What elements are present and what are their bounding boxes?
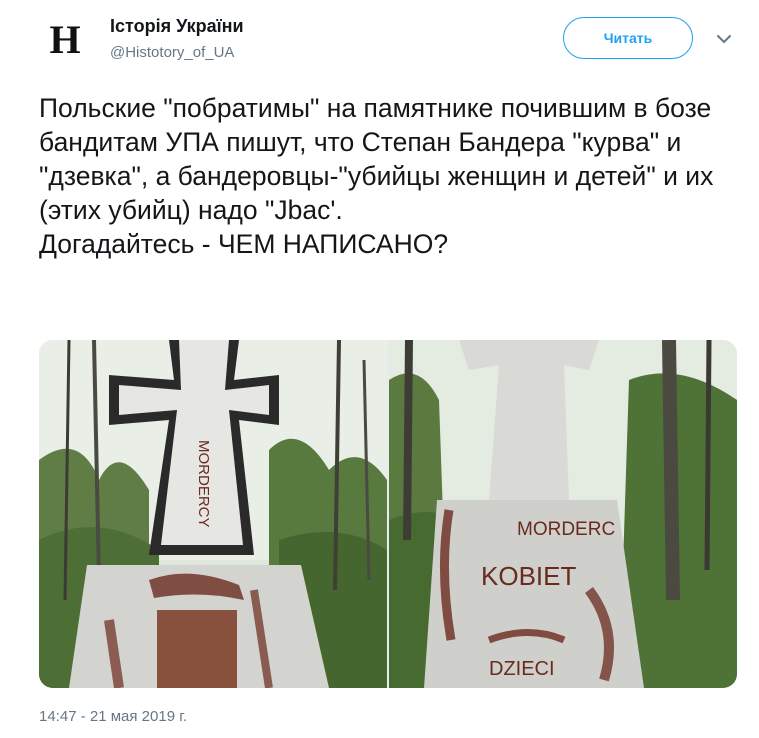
tweet-text: Польские "побратимы" на памятнике почивш… [39,93,714,259]
chevron-down-icon[interactable] [716,33,732,45]
photo-right[interactable]: MORDERC KOBIET DZIECI [389,340,737,688]
graffiti-right-2: KOBIET [481,561,576,591]
account-handle[interactable]: @Histotory_of_UA [110,44,234,61]
tweet-media: MORDERCY MORDERC KOBIET DZIECI [39,340,737,688]
account-name[interactable]: Історія України [110,16,244,37]
avatar[interactable]: H [39,14,91,66]
tweet-timestamp[interactable]: 14:47 - 21 мая 2019 г. [39,708,187,725]
photo-left[interactable]: MORDERCY [39,340,387,688]
tweet-header: H Історія України @Histotory_of_UA Читат… [0,0,759,80]
graffiti-left: MORDERCY [195,440,212,528]
graffiti-right-1: MORDERC [517,519,615,540]
follow-button[interactable]: Читать [563,17,693,59]
graffiti-right-3: DZIECI [489,658,555,680]
avatar-logo: H [49,17,81,62]
